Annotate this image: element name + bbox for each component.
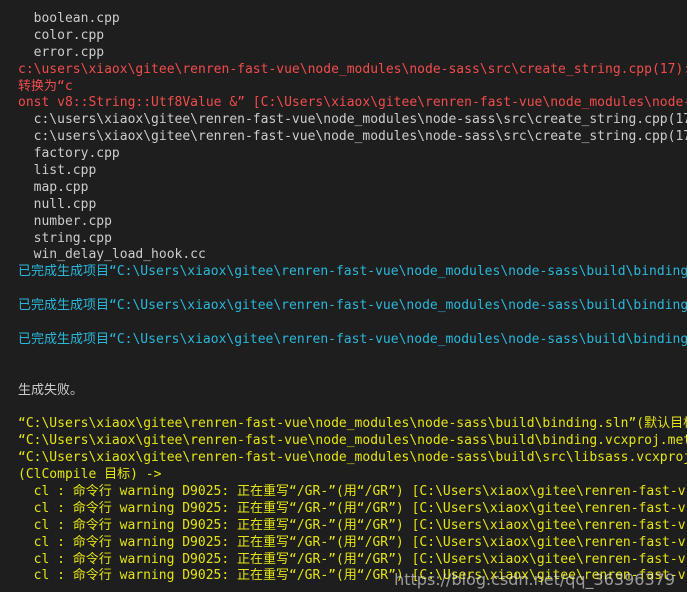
terminal-line: list.cpp <box>18 163 97 179</box>
terminal-line: cl : 命令行 warning D9025: 正在重写“/GR-”(用“/GR… <box>18 483 686 499</box>
watermark-text: https://blog.csdn.net/qq_36396379 <box>394 570 675 589</box>
terminal-line: null.cpp <box>18 196 97 212</box>
terminal-output[interactable]: boolean.cpp color.cpp error.cpp c:\users\… <box>18 11 687 585</box>
terminal-line: c:\users\xiaox\gitee\renren-fast-vue\nod… <box>18 129 687 145</box>
terminal-line: 已完成生成项目“C:\Users\xiaox\gitee\renren-fast… <box>18 298 687 314</box>
terminal-line: boolean.cpp <box>18 11 120 26</box>
terminal-line: 已完成生成项目“C:\Users\xiaox\gitee\renren-fast… <box>18 264 687 280</box>
terminal-line: error.cpp <box>18 44 105 60</box>
terminal-line: 已完成生成项目“C:\Users\xiaox\gitee\renren-fast… <box>18 331 687 347</box>
terminal-line: (ClCompile 目标) -> <box>18 467 162 483</box>
terminal-line: cl : 命令行 warning D9025: 正在重写“/GR-”(用“/GR… <box>18 534 686 550</box>
terminal-line: win_delay_load_hook.cc <box>18 247 206 263</box>
terminal-line: “C:\Users\xiaox\gitee\renren-fast-vue\no… <box>18 416 687 432</box>
terminal-line: string.cpp <box>18 230 112 246</box>
terminal-line: “C:\Users\xiaox\gitee\renren-fast-vue\no… <box>18 450 687 466</box>
terminal-line: 生成失败。 <box>18 382 84 398</box>
terminal-line: number.cpp <box>18 213 112 229</box>
terminal-line: color.cpp <box>18 27 105 43</box>
terminal-line: cl : 命令行 warning D9025: 正在重写“/GR-”(用“/GR… <box>18 500 686 516</box>
terminal-line: “C:\Users\xiaox\gitee\renren-fast-vue\no… <box>18 433 687 449</box>
terminal-line: cl : 命令行 warning D9025: 正在重写“/GR-”(用“/GR… <box>18 517 686 533</box>
terminal-line: c:\users\xiaox\gitee\renren-fast-vue\nod… <box>18 61 687 77</box>
terminal-line: map.cpp <box>18 179 89 195</box>
terminal-line: onst v8::String::Utf8Value &” [C:\Users\… <box>18 95 687 111</box>
terminal-line: cl : 命令行 warning D9025: 正在重写“/GR-”(用“/GR… <box>18 551 686 567</box>
terminal-line: factory.cpp <box>18 146 120 162</box>
terminal-line: c:\users\xiaox\gitee\renren-fast-vue\nod… <box>18 112 687 128</box>
terminal-line: 转换为“c <box>18 78 73 94</box>
